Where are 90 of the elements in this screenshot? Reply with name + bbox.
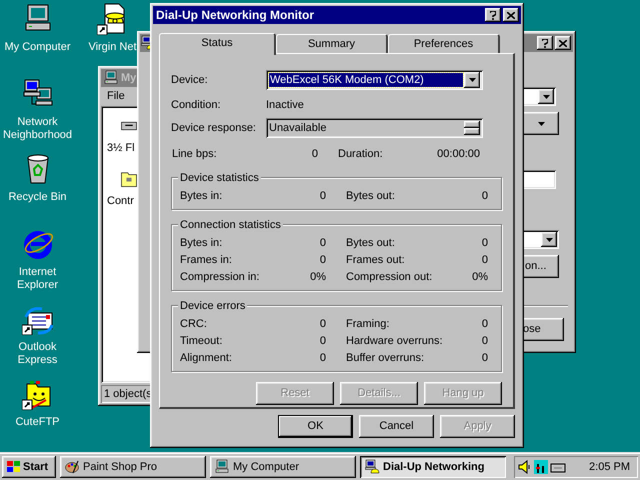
- close-button[interactable]: [555, 36, 571, 50]
- window-title: Dial-Up Networking Monitor: [156, 7, 315, 24]
- question-icon: [542, 38, 548, 48]
- stat-value: 0: [320, 351, 326, 366]
- condition-value: Inactive: [266, 98, 304, 114]
- tab[interactable]: Summary: [276, 34, 388, 53]
- caret-icon: [542, 94, 550, 98]
- dropdown-button[interactable]: [538, 89, 554, 104]
- stat-label: Frames in:: [180, 253, 232, 268]
- stat-label: Bytes out:: [346, 236, 395, 252]
- selected-value: WebExcel 56K Modem (COM2): [269, 73, 463, 87]
- stat-label: Duration:: [338, 147, 383, 162]
- spinner[interactable]: [464, 121, 480, 135]
- stat-label: Frames out:: [346, 253, 405, 268]
- tab[interactable]: Status: [159, 33, 276, 55]
- caret-icon: [538, 122, 545, 126]
- stat-value: 0: [312, 147, 318, 162]
- stat-value: 0: [320, 189, 326, 204]
- clock: 2:05 PM: [589, 460, 631, 475]
- window-title: My: [121, 70, 136, 86]
- stat-label: Hardware overruns:: [346, 334, 443, 350]
- menu-item[interactable]: File: [107, 88, 125, 105]
- stat-value: 0: [320, 253, 326, 268]
- dropdown-button[interactable]: [521, 112, 559, 135]
- stat-label: Timeout:: [180, 334, 222, 350]
- caret-icon: [468, 78, 476, 82]
- stat-label: Bytes out:: [346, 189, 395, 204]
- help-button[interactable]: [537, 36, 553, 50]
- stat-value: 00:00:00: [437, 147, 480, 162]
- stat-label: Line bps:: [172, 147, 217, 162]
- caret-icon: [546, 238, 552, 242]
- stat-value: 0: [320, 317, 326, 332]
- stat-label: Bytes in:: [180, 189, 222, 204]
- dialog-button[interactable]: OK: [278, 415, 353, 438]
- question-icon: [490, 10, 496, 20]
- taskbar-button[interactable]: Dial-Up Networking: [360, 456, 506, 478]
- close-icon: [559, 40, 567, 46]
- levels-icon[interactable]: [534, 460, 548, 474]
- stat-label: Bytes in:: [180, 236, 222, 252]
- windows-flag-icon: [5, 460, 21, 474]
- computer-icon: [214, 459, 230, 475]
- dropdown-button[interactable]: [464, 72, 480, 88]
- desktop-icon-label[interactable]: CuteFTP: [0, 416, 75, 429]
- device-dropdown[interactable]: WebExcel 56K Modem (COM2): [266, 70, 483, 90]
- help-button[interactable]: [485, 8, 501, 22]
- stat-label: Framing:: [346, 317, 390, 332]
- dropdown-button[interactable]: [541, 232, 557, 247]
- stat-value: 0: [482, 351, 488, 366]
- stat-value: 0: [482, 189, 488, 204]
- combo-box[interactable]: [521, 87, 556, 106]
- stat-value: 0%: [472, 270, 488, 286]
- desktop-icon-label[interactable]: Internet Explorer: [0, 266, 75, 292]
- desktop-icon-label[interactable]: My Computer: [0, 41, 75, 54]
- drive-label[interactable]: Contr: [107, 192, 134, 209]
- stat-label: CRC:: [180, 317, 207, 332]
- field-label: Condition:: [171, 98, 222, 114]
- desktop-icon-label[interactable]: Outlook Express: [0, 341, 75, 367]
- speaker-icon[interactable]: [518, 460, 532, 474]
- stat-value: 0: [320, 236, 326, 252]
- drive-label[interactable]: 3½ Fl: [107, 140, 135, 156]
- stat-label: Alignment:: [180, 351, 232, 366]
- start-button[interactable]: Start: [2, 456, 56, 478]
- stat-value: 0: [320, 334, 326, 350]
- dialog-button[interactable]: Cancel: [359, 415, 434, 438]
- status-text: 1 object(s: [104, 386, 152, 402]
- stat-label: Buffer overruns:: [346, 351, 424, 366]
- tab[interactable]: Preferences: [388, 34, 500, 53]
- stat-value: 0: [482, 253, 488, 268]
- computer-icon: [103, 70, 119, 86]
- desktop-icon-label[interactable]: Recycle Bin: [0, 191, 75, 204]
- dial-up-icon: [364, 459, 380, 475]
- close-icon: [507, 12, 515, 18]
- taskbar-button[interactable]: My Computer: [210, 456, 356, 478]
- desktop-icon-label[interactable]: Network Neighborhood: [0, 116, 75, 142]
- stat-label: Compression in:: [180, 270, 260, 286]
- stat-value: 0: [482, 334, 488, 350]
- stat-label: Compression out:: [346, 270, 432, 286]
- field-label: Device response:: [171, 120, 257, 136]
- response-value: Unavailable: [269, 120, 328, 136]
- close-button[interactable]: [503, 8, 519, 22]
- stat-value: 0%: [310, 270, 326, 286]
- stat-value: 0: [482, 236, 488, 252]
- field-label: Device:: [171, 72, 209, 88]
- palette-icon: [64, 459, 80, 475]
- dialog-button[interactable]: ose: [521, 318, 564, 341]
- taskbar-button[interactable]: Paint Shop Pro: [60, 456, 206, 478]
- combo-box[interactable]: [521, 230, 559, 249]
- stat-value: 0: [482, 317, 488, 332]
- dialog-button[interactable]: on...: [521, 255, 559, 278]
- text-field[interactable]: [521, 170, 556, 189]
